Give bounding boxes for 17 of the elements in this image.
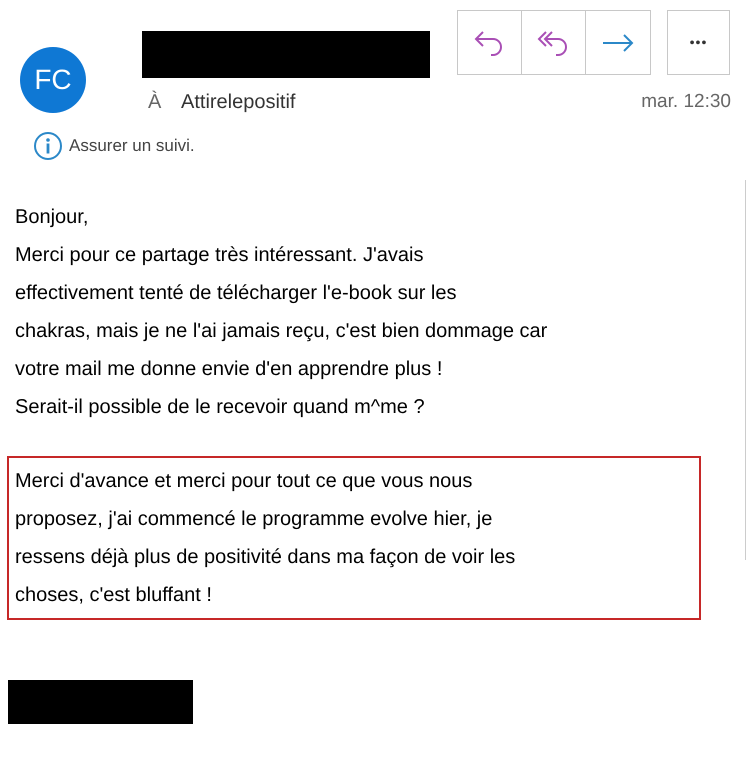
- avatar: FC: [20, 47, 86, 113]
- body-line: proposez, j'ai commencé le programme evolve hier, je: [15, 507, 492, 532]
- timestamp: mar. 12:30: [641, 90, 731, 114]
- body-line: Serait-il possible de le recevoir quand m^me ?: [15, 395, 425, 420]
- info-icon: [33, 131, 63, 161]
- follow-up-notice: Assurer un suivi.: [69, 135, 195, 158]
- body-line: choses, c'est bluffant !: [15, 583, 212, 608]
- body-line: Merci d'avance et merci pour tout ce que vous nous: [15, 469, 472, 494]
- more-button[interactable]: •••: [667, 10, 730, 75]
- body-line: chakras, mais je ne l'ai jamais reçu, c'est bien dommage car: [15, 319, 548, 344]
- body-line: effectivement tenté de télécharger l'e-book sur les: [15, 281, 456, 306]
- to-label: À: [148, 90, 162, 115]
- body-line: votre mail me donne envie d'en apprendre plus !: [15, 357, 442, 382]
- body-line: Bonjour,: [15, 205, 88, 230]
- body-line: Merci pour ce partage très intéressant. J'avais: [15, 243, 424, 268]
- recipient-name: Attirelepositif: [181, 90, 296, 115]
- body-line: ressens déjà plus de positivité dans ma façon de voir les: [15, 545, 516, 570]
